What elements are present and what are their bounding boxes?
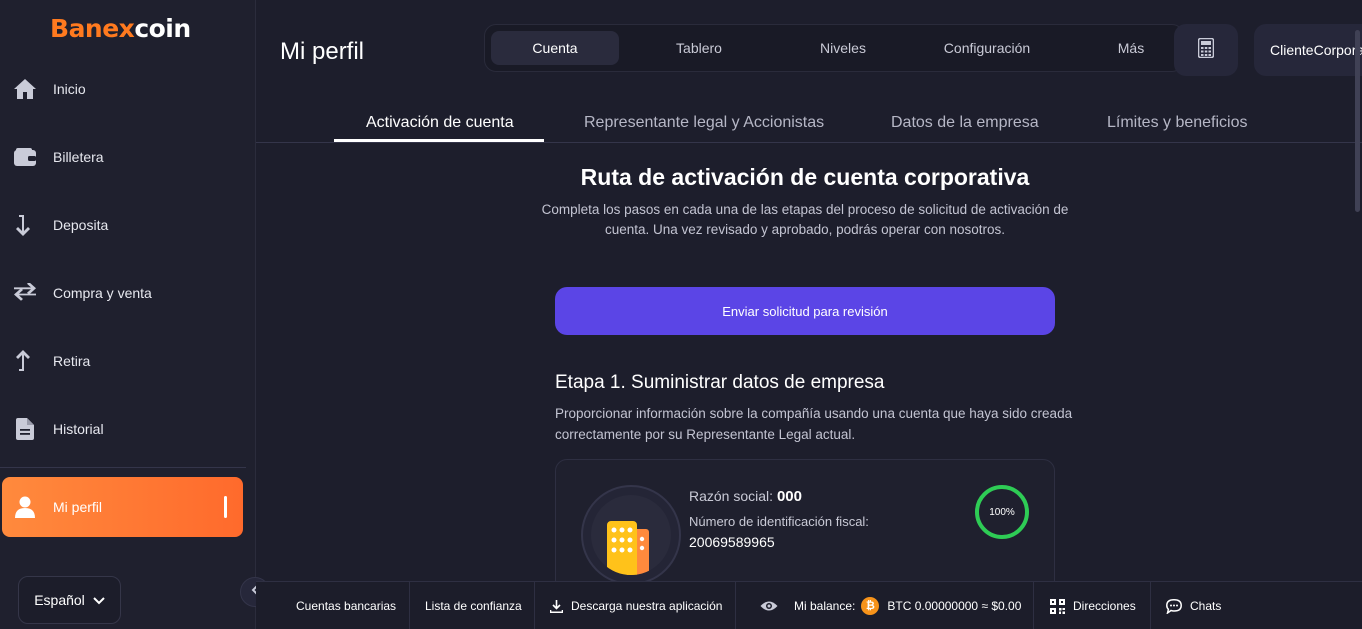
active-subtab-underline xyxy=(334,139,544,142)
footer-divider xyxy=(735,582,736,629)
sidebar-item-compra-venta[interactable]: Compra y venta xyxy=(0,263,246,323)
sidebar-item-label: Mi perfil xyxy=(53,499,103,515)
download-icon xyxy=(550,599,563,613)
sidebar-divider xyxy=(0,467,246,468)
top-tabs: Cuenta Tablero Niveles Configuración Más xyxy=(484,24,1184,72)
balance-value: BTC 0.00000000 ≈ $0.00 xyxy=(887,599,1022,613)
tax-id-value: 20069589965 xyxy=(689,534,775,550)
bitcoin-icon: ₿ xyxy=(861,597,880,615)
page-title: Mi perfil xyxy=(280,38,365,65)
sidebar-item-label: Historial xyxy=(53,421,104,437)
sidebar-item-label: Deposita xyxy=(53,217,109,233)
addresses-link[interactable]: Direcciones xyxy=(1050,582,1136,629)
sidebar: Banexcoin Inicio Billetera Deposita Comp… xyxy=(0,0,256,629)
trust-list-link[interactable]: Lista de confianza xyxy=(425,582,522,629)
active-indicator xyxy=(224,496,227,518)
chevron-down-icon xyxy=(93,592,105,608)
withdraw-arrow-icon xyxy=(13,349,37,373)
qr-code-icon xyxy=(1050,598,1065,614)
swap-arrows-icon xyxy=(13,281,37,305)
tab-niveles[interactable]: Niveles xyxy=(779,31,907,65)
sidebar-item-retira[interactable]: Retira xyxy=(0,331,246,391)
balance-label: Mi balance: xyxy=(794,599,856,613)
sidebar-item-inicio[interactable]: Inicio xyxy=(0,59,246,119)
sidebar-item-label: Retira xyxy=(53,353,91,369)
company-avatar xyxy=(581,485,681,585)
wallet-icon xyxy=(13,145,37,169)
eye-icon[interactable] xyxy=(760,600,778,612)
language-selector[interactable]: Español xyxy=(18,576,121,624)
deposit-arrow-icon xyxy=(13,213,37,237)
submit-review-button[interactable]: Enviar solicitud para revisión xyxy=(555,287,1055,335)
subtab-datos-empresa[interactable]: Datos de la empresa xyxy=(891,114,1039,132)
sidebar-item-mi-perfil[interactable]: Mi perfil xyxy=(2,477,243,537)
tab-tablero[interactable]: Tablero xyxy=(635,31,763,65)
company-name-value: 000 xyxy=(776,488,802,505)
profile-subtabs: Activación de cuenta Representante legal… xyxy=(256,108,1362,143)
footer-divider xyxy=(534,582,535,629)
addresses-label: Direcciones xyxy=(1073,599,1136,613)
footer-divider xyxy=(409,582,410,629)
chats-label: Chats xyxy=(1190,599,1222,613)
stage-1-description: Proporcionar información sobre la compañ… xyxy=(555,406,1073,442)
footer-divider xyxy=(1033,582,1034,629)
stage-1-title: Etapa 1. Suministrar datos de empresa xyxy=(555,372,885,393)
sidebar-item-billetera[interactable]: Billetera xyxy=(0,127,246,187)
sidebar-item-label: Billetera xyxy=(53,149,104,165)
sidebar-item-historial[interactable]: Historial xyxy=(0,399,246,459)
progress-label: 100% xyxy=(989,506,1015,518)
language-label: Español xyxy=(34,592,85,608)
footer-bar: Cuentas bancarias Lista de confianza Des… xyxy=(256,581,1362,629)
chat-bubble-icon xyxy=(1166,598,1182,614)
footer-divider xyxy=(1150,582,1151,629)
sidebar-item-label: Inicio xyxy=(53,81,86,97)
activation-description: Completa los pasos en cada una de las et… xyxy=(541,202,1069,237)
sidebar-item-deposita[interactable]: Deposita xyxy=(0,195,246,255)
download-app-link[interactable]: Descarga nuestra aplicación xyxy=(550,582,722,629)
username: ClienteCorporativo xyxy=(1270,42,1362,58)
building-icon xyxy=(591,495,671,575)
page-scrollbar[interactable] xyxy=(1355,30,1360,212)
chats-link[interactable]: Chats xyxy=(1166,582,1221,629)
sidebar-item-label: Compra y venta xyxy=(53,285,152,301)
calculator-icon xyxy=(1197,37,1215,63)
subtab-activacion[interactable]: Activación de cuenta xyxy=(366,114,514,132)
document-icon xyxy=(13,417,37,441)
home-icon xyxy=(13,77,37,101)
calculator-button[interactable] xyxy=(1174,24,1238,76)
download-app-label: Descarga nuestra aplicación xyxy=(571,599,723,613)
banexcoin-logo[interactable]: Banexcoin xyxy=(50,14,191,43)
subtab-limites[interactable]: Límites y beneficios xyxy=(1107,114,1248,132)
company-name-label: Razón social: xyxy=(689,488,774,504)
user-menu-button[interactable]: ClienteCorporativo xyxy=(1254,24,1362,76)
company-name-field: Razón social: 000 xyxy=(689,488,802,505)
subtab-representante[interactable]: Representante legal y Accionistas xyxy=(584,114,824,132)
activation-title: Ruta de activación de cuenta corporativa xyxy=(580,164,1030,190)
tax-id-label: Número de identificación fiscal: xyxy=(689,514,869,529)
bank-accounts-link[interactable]: Cuentas bancarias xyxy=(296,582,396,629)
tab-cuenta[interactable]: Cuenta xyxy=(491,31,619,65)
balance-widget[interactable]: Mi balance: ₿ BTC 0.00000000 ≈ $0.00 xyxy=(760,582,1021,629)
tab-configuracion[interactable]: Configuración xyxy=(923,31,1051,65)
user-icon xyxy=(13,495,37,519)
